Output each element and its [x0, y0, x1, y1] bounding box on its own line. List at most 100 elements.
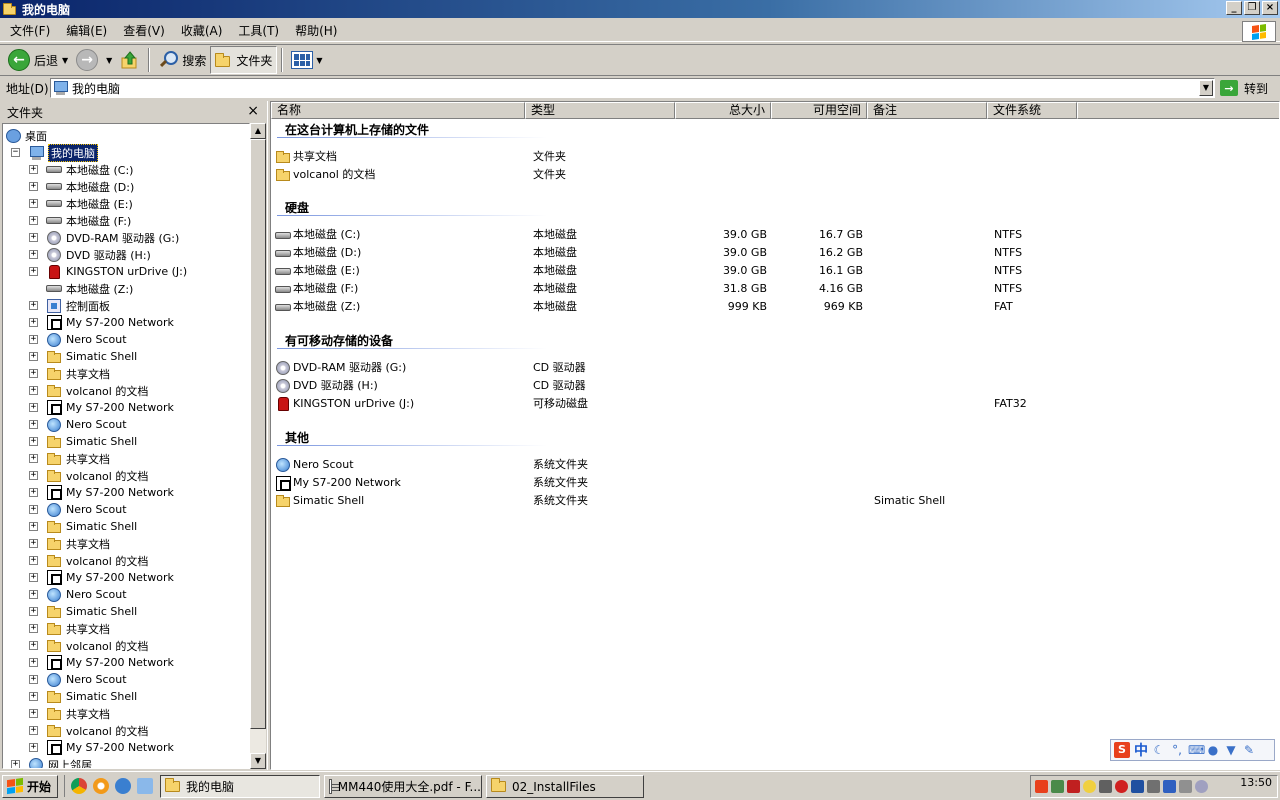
- expand-icon[interactable]: +: [29, 267, 38, 276]
- shirt-icon[interactable]: ▼: [1224, 743, 1238, 757]
- language-tray-icon[interactable]: [1163, 780, 1176, 793]
- security-tray-icon[interactable]: [1131, 780, 1144, 793]
- expand-icon[interactable]: +: [29, 743, 38, 752]
- media-player-icon[interactable]: [93, 778, 110, 794]
- list-item[interactable]: 本地磁盘 (F:) 本地磁盘 31.8 GB 4.16 GB NTFS: [275, 280, 1275, 298]
- tree-item[interactable]: + DVD-RAM 驱动器 (G:): [29, 229, 179, 246]
- tree-item[interactable]: + My S7-200 Network: [29, 739, 174, 756]
- tree-item[interactable]: 桌面: [5, 127, 47, 144]
- tree-item[interactable]: + 共享文档: [29, 705, 110, 722]
- tree-item[interactable]: + 共享文档: [29, 620, 110, 637]
- volume-tray-icon[interactable]: [1099, 780, 1112, 793]
- forward-button[interactable]: →: [72, 46, 106, 74]
- tree-item[interactable]: + volcanol 的文档: [29, 467, 148, 484]
- start-button[interactable]: 开始: [2, 774, 59, 798]
- expand-icon[interactable]: +: [29, 658, 38, 667]
- column-header-name[interactable]: 名称: [271, 102, 525, 119]
- sogou-logo-icon[interactable]: S: [1114, 742, 1130, 758]
- list-item[interactable]: DVD-RAM 驱动器 (G:) CD 驱动器: [275, 359, 1275, 377]
- desktop-icon[interactable]: [137, 778, 154, 794]
- column-header-file-system[interactable]: 文件系统: [987, 102, 1077, 119]
- expand-icon[interactable]: +: [29, 369, 38, 378]
- menu-edit[interactable]: 编辑(E): [56, 22, 113, 39]
- expand-icon[interactable]: +: [29, 556, 38, 565]
- search-button[interactable]: 搜索: [154, 46, 210, 74]
- expand-icon[interactable]: +: [29, 709, 38, 718]
- views-button[interactable]: ▼: [287, 46, 330, 74]
- ime-mode[interactable]: 中: [1134, 740, 1148, 760]
- tree-item[interactable]: + 共享文档: [29, 450, 110, 467]
- list-item[interactable]: My S7-200 Network 系统文件夹: [275, 474, 1275, 492]
- expand-icon[interactable]: +: [11, 760, 20, 768]
- minimize-button[interactable]: _: [1226, 1, 1242, 15]
- address-input[interactable]: 我的电脑 ▼: [50, 78, 1215, 98]
- tree-item[interactable]: + 网上邻居: [11, 756, 92, 768]
- expand-icon[interactable]: +: [29, 437, 38, 446]
- go-button[interactable]: → 转到: [1220, 78, 1268, 98]
- bulb-tray-icon[interactable]: [1083, 780, 1096, 793]
- tree-item[interactable]: + My S7-200 Network: [29, 484, 174, 501]
- tools-tray-icon[interactable]: [1147, 780, 1160, 793]
- tree-item[interactable]: + Simatic Shell: [29, 348, 137, 365]
- expand-icon[interactable]: +: [29, 216, 38, 225]
- expand-icon[interactable]: +: [29, 573, 38, 582]
- expand-icon[interactable]: +: [29, 318, 38, 327]
- expand-icon[interactable]: +: [29, 726, 38, 735]
- list-item[interactable]: KINGSTON urDrive (J:) 可移动磁盘 FAT32: [275, 395, 1275, 413]
- back-dropdown-icon[interactable]: ▼: [62, 56, 68, 65]
- taskbar-button[interactable]: 我的电脑: [160, 775, 320, 798]
- tree-item[interactable]: + 本地磁盘 (E:): [29, 195, 133, 212]
- ie-icon[interactable]: [115, 778, 132, 794]
- column-header-free-space[interactable]: 可用空间: [771, 102, 867, 119]
- close-button[interactable]: ×: [1262, 1, 1278, 15]
- column-header-comments[interactable]: 备注: [867, 102, 987, 119]
- expand-icon[interactable]: +: [29, 403, 38, 412]
- tree-item[interactable]: + 本地磁盘 (D:): [29, 178, 134, 195]
- scrollbar-thumb[interactable]: [250, 139, 266, 729]
- column-header-total-size[interactable]: 总大小: [675, 102, 771, 119]
- expand-icon[interactable]: +: [29, 522, 38, 531]
- tree-item[interactable]: + volcanol 的文档: [29, 722, 148, 739]
- menu-favorites[interactable]: 收藏(A): [171, 22, 229, 39]
- column-header-type[interactable]: 类型: [525, 102, 675, 119]
- chart-tray-icon[interactable]: [1067, 780, 1080, 793]
- up-button[interactable]: [116, 46, 144, 74]
- tree-scrollbar[interactable]: ▲ ▼: [250, 123, 266, 769]
- expand-icon[interactable]: +: [29, 454, 38, 463]
- tree-item[interactable]: + Nero Scout: [29, 671, 127, 688]
- expand-icon[interactable]: +: [29, 301, 38, 310]
- tree-item[interactable]: + Simatic Shell: [29, 433, 137, 450]
- list-item[interactable]: 共享文档 文件夹: [275, 148, 1275, 166]
- expand-icon[interactable]: +: [29, 471, 38, 480]
- tree-item[interactable]: + KINGSTON urDrive (J:): [29, 263, 187, 280]
- list-item[interactable]: DVD 驱动器 (H:) CD 驱动器: [275, 377, 1275, 395]
- close-icon[interactable]: ×: [247, 103, 259, 119]
- expand-icon[interactable]: +: [29, 675, 38, 684]
- expand-icon[interactable]: +: [29, 488, 38, 497]
- tree-item[interactable]: − 我的电脑: [11, 143, 98, 162]
- antivirus-tray-icon[interactable]: [1115, 780, 1128, 793]
- list-item[interactable]: Nero Scout 系统文件夹: [275, 456, 1275, 474]
- expand-icon[interactable]: +: [29, 624, 38, 633]
- menu-view[interactable]: 查看(V): [113, 22, 171, 39]
- scroll-down-icon[interactable]: ▼: [250, 753, 266, 769]
- list-item[interactable]: volcanol 的文档 文件夹: [275, 166, 1275, 184]
- tree-item[interactable]: + 共享文档: [29, 365, 110, 382]
- user-icon[interactable]: ●: [1206, 743, 1220, 757]
- tree-item[interactable]: + volcanol 的文档: [29, 637, 148, 654]
- forward-dropdown-icon[interactable]: ▼: [106, 56, 112, 65]
- list-item[interactable]: Simatic Shell 系统文件夹 Simatic Shell: [275, 492, 1275, 510]
- list-item[interactable]: 本地磁盘 (Z:) 本地磁盘 999 KB 969 KB FAT: [275, 298, 1275, 316]
- menu-help[interactable]: 帮助(H): [285, 22, 343, 39]
- tree-item[interactable]: + My S7-200 Network: [29, 654, 174, 671]
- tree-item[interactable]: + My S7-200 Network: [29, 399, 174, 416]
- menu-file[interactable]: 文件(F): [0, 22, 56, 39]
- list-item[interactable]: 本地磁盘 (E:) 本地磁盘 39.0 GB 16.1 GB NTFS: [275, 262, 1275, 280]
- expand-icon[interactable]: +: [29, 420, 38, 429]
- taskbar-button[interactable]: MM440使用大全.pdf - F...: [324, 775, 482, 798]
- expand-icon[interactable]: +: [29, 590, 38, 599]
- tree-item[interactable]: + volcanol 的文档: [29, 552, 148, 569]
- tree-item[interactable]: + volcanol 的文档: [29, 382, 148, 399]
- list-item[interactable]: 本地磁盘 (D:) 本地磁盘 39.0 GB 16.2 GB NTFS: [275, 244, 1275, 262]
- restore-button[interactable]: ❐: [1244, 1, 1260, 15]
